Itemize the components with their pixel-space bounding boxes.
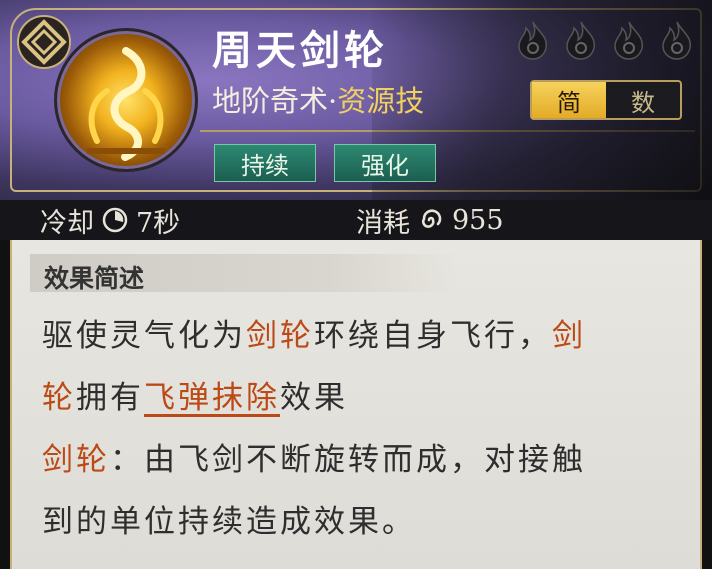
effect-section-header: 效果简述 [30,254,458,293]
effect-line-2: 轮拥有飞弹抹除效果 [42,372,348,417]
keyword-projectile-erase-link[interactable]: 飞弹抹除 [144,380,280,416]
tag-enhance: 强化 [334,144,436,182]
effect-line-1: 驱使灵气化为剑轮环绕自身飞行，剑 [42,310,586,355]
flame-icon [614,21,643,60]
effect-text: 到的单位持续造成效果。 [42,504,416,540]
tag-duration: 持续 [214,144,316,182]
diamond-emblem-icon [17,15,71,69]
rank-flames [514,20,696,60]
skill-name: 周天剑轮 [212,27,388,74]
effect-text: ：由飞剑不断旋转而成，对接触 [110,442,586,478]
skill-category: 地阶奇术 [212,84,329,118]
flame-icon [566,21,595,60]
skill-tags: 持续 强化 [214,144,436,182]
keyword-sword-ring[interactable]: 轮 [42,380,76,416]
subtitle-separator: · [328,84,338,118]
clock-icon [102,207,128,233]
keyword-sword-ring[interactable]: 剑 [552,318,586,354]
stats-bar: 冷却 7秒 消耗 955 [0,200,712,240]
numbers-view-button[interactable]: 数 [606,82,680,118]
simple-view-button[interactable]: 简 [532,82,606,118]
cooldown-stat: 冷却 7秒 [40,202,181,239]
spiral-qi-icon [422,209,442,228]
skill-subtitle: 地阶奇术·资源技 [212,78,424,120]
effect-line-3: 剑轮：由飞剑不断旋转而成，对接触 [42,434,586,479]
cooldown-label: 冷却 [40,207,94,239]
skill-card: 周天剑轮 地阶奇术·资源技 简 数 持续 强化 冷却 7秒 消耗 955 效果简… [0,0,712,569]
effect-text: 驱使灵气化为 [42,318,246,354]
cost-label: 消耗 [356,207,410,239]
cooldown-value: 7秒 [136,207,181,239]
effect-panel: 效果简述 驱使灵气化为剑轮环绕自身飞行，剑 轮拥有飞弹抹除效果 剑轮：由飞剑不断… [10,240,702,569]
skill-type: 资源技 [337,84,425,118]
flame-icon [518,21,547,60]
keyword-sword-ring[interactable]: 剑轮 [42,442,110,478]
effect-text: 环绕自身飞行， [314,318,552,354]
header-divider [200,130,695,132]
keyword-sword-ring[interactable]: 剑轮 [246,318,314,354]
cost-stat: 消耗 955 [356,202,504,239]
effect-line-4: 到的单位持续造成效果。 [42,496,416,541]
cost-value: 955 [452,204,504,236]
effect-text: 效果 [280,380,348,416]
view-mode-toggle: 简 数 [530,80,682,120]
golden-sword-ring-icon [54,28,198,172]
skill-header: 周天剑轮 地阶奇术·资源技 简 数 持续 强化 [0,0,712,200]
flame-icon [662,21,691,60]
effect-section-title: 效果简述 [44,264,145,293]
effect-text: 拥有 [76,380,144,416]
